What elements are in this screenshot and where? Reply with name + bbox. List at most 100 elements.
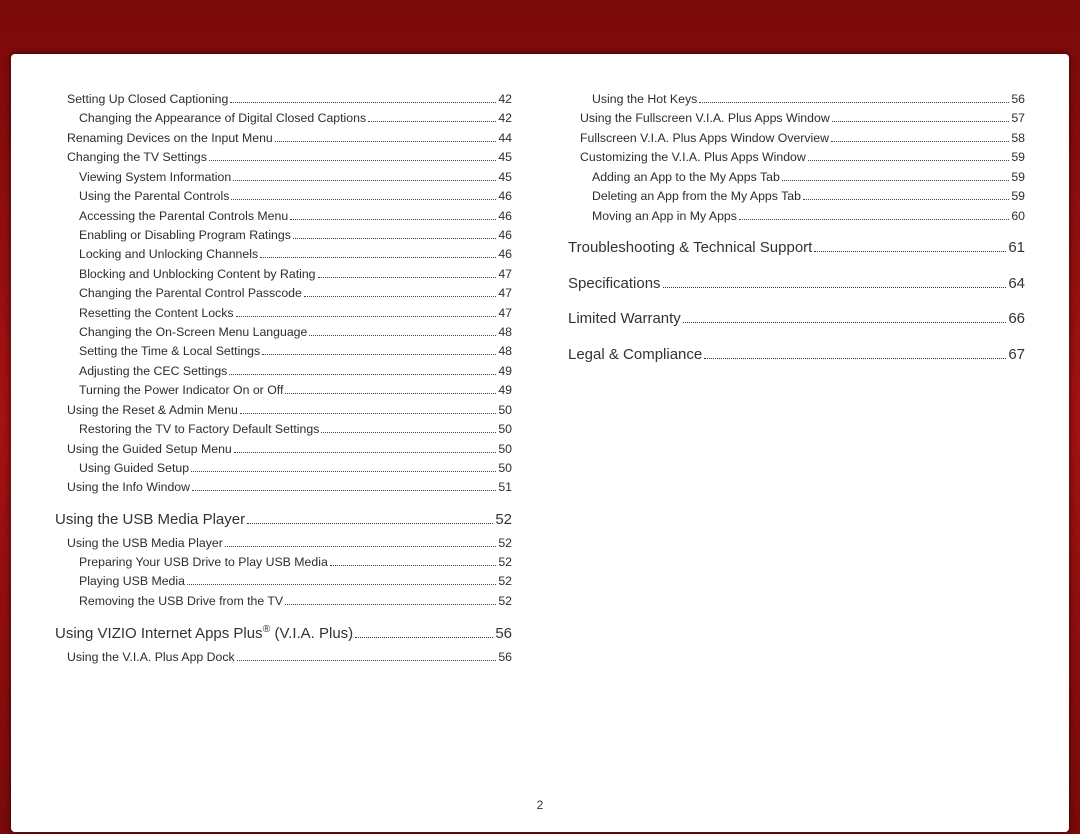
toc-entry[interactable]: Limited Warranty66 (568, 307, 1025, 331)
toc-label: Adjusting the CEC Settings (79, 362, 227, 381)
toc-leader (260, 257, 496, 258)
toc-entry[interactable]: Using VIZIO Internet Apps Plus® (V.I.A. … (55, 621, 512, 646)
toc-leader (368, 121, 496, 122)
toc-leader (814, 251, 1006, 252)
toc-page: 46 (498, 187, 512, 206)
toc-leader (293, 238, 496, 239)
toc-label: Blocking and Unblocking Content by Ratin… (79, 265, 316, 284)
toc-label: Using the Info Window (67, 478, 190, 497)
toc-leader (237, 660, 497, 661)
toc-label: Using the Guided Setup Menu (67, 440, 232, 459)
toc-label: Setting Up Closed Captioning (67, 90, 228, 109)
toc-entry[interactable]: Using the Hot Keys 56 (568, 90, 1025, 109)
toc-entry[interactable]: Preparing Your USB Drive to Play USB Med… (55, 553, 512, 572)
toc-entry[interactable]: Legal & Compliance67 (568, 343, 1025, 367)
toc-entry[interactable]: Using the USB Media Player52 (55, 534, 512, 553)
toc-entry[interactable]: Locking and Unlocking Channels46 (55, 245, 512, 264)
toc-leader (236, 316, 497, 317)
toc-leader (304, 296, 496, 297)
toc-label: Fullscreen V.I.A. Plus Apps Window Overv… (580, 129, 829, 148)
toc-entry[interactable]: Adjusting the CEC Settings49 (55, 362, 512, 381)
toc-page: 52 (498, 572, 512, 591)
toc-entry[interactable]: Changing the Appearance of Digital Close… (55, 109, 512, 128)
toc-entry[interactable]: Renaming Devices on the Input Menu 44 (55, 129, 512, 148)
toc-page: 64 (1008, 272, 1025, 296)
toc-entry[interactable]: Viewing System Information45 (55, 168, 512, 187)
toc-page: 56 (1011, 90, 1025, 109)
toc-page: 47 (498, 304, 512, 323)
toc-label: Restoring the TV to Factory Default Sett… (79, 420, 319, 439)
toc-entry[interactable]: Specifications64 (568, 272, 1025, 296)
toc-entry[interactable]: Using the Parental Controls46 (55, 187, 512, 206)
toc-entry[interactable]: Customizing the V.I.A. Plus Apps Window5… (568, 148, 1025, 167)
toc-leader (262, 354, 496, 355)
toc-label: Viewing System Information (79, 168, 231, 187)
toc-entry[interactable]: Using the Guided Setup Menu50 (55, 440, 512, 459)
toc-entry[interactable]: Deleting an App from the My Apps Tab59 (568, 187, 1025, 206)
toc-label: Preparing Your USB Drive to Play USB Med… (79, 553, 328, 572)
toc-label: Setting the Time & Local Settings (79, 342, 260, 361)
toc-leader (192, 490, 496, 491)
toc-entry[interactable]: Using the Fullscreen V.I.A. Plus Apps Wi… (568, 109, 1025, 128)
toc-leader (808, 160, 1010, 161)
toc-leader (330, 565, 497, 566)
toc-leader (831, 141, 1009, 142)
toc-entry[interactable]: Using the USB Media Player52 (55, 508, 512, 532)
toc-label: Using Guided Setup (79, 459, 189, 478)
toc-entry[interactable]: Moving an App in My Apps60 (568, 207, 1025, 226)
toc-entry[interactable]: Restoring the TV to Factory Default Sett… (55, 420, 512, 439)
toc-label: Renaming Devices on the Input Menu (67, 129, 273, 148)
toc-leader (275, 141, 497, 142)
toc-page: 50 (498, 401, 512, 420)
toc-entry[interactable]: Adding an App to the My Apps Tab59 (568, 168, 1025, 187)
toc-entry[interactable]: Removing the USB Drive from the TV52 (55, 592, 512, 611)
toc-label: Enabling or Disabling Program Ratings (79, 226, 291, 245)
toc-entry[interactable]: Enabling or Disabling Program Ratings46 (55, 226, 512, 245)
toc-entry[interactable]: Changing the On-Screen Menu Language48 (55, 323, 512, 342)
toc-entry[interactable]: Using the V.I.A. Plus App Dock56 (55, 648, 512, 667)
toc-column-right: Using the Hot Keys 56Using the Fullscreen… (568, 90, 1025, 792)
toc-label: Changing the TV Settings (67, 148, 207, 167)
toc-entry[interactable]: Playing USB Media52 (55, 572, 512, 591)
toc-label: Adding an App to the My Apps Tab (592, 168, 780, 187)
toc-label: Legal & Compliance (568, 343, 702, 367)
toc-label: Using the V.I.A. Plus App Dock (67, 648, 235, 667)
toc-leader (832, 121, 1010, 122)
toc-leader (782, 180, 1010, 181)
document-page: Setting Up Closed Captioning42Changing t… (11, 54, 1069, 832)
toc-page: 44 (498, 129, 512, 148)
toc-page: 61 (1008, 236, 1025, 260)
toc-entry[interactable]: Fullscreen V.I.A. Plus Apps Window Overv… (568, 129, 1025, 148)
toc-label: Troubleshooting & Technical Support (568, 236, 812, 260)
toc-leader (240, 413, 496, 414)
toc-leader (230, 102, 496, 103)
toc-label: Customizing the V.I.A. Plus Apps Window (580, 148, 806, 167)
toc-entry[interactable]: Using Guided Setup50 (55, 459, 512, 478)
toc-label: Moving an App in My Apps (592, 207, 737, 226)
toc-label: Resetting the Content Locks (79, 304, 234, 323)
toc-page: 48 (498, 342, 512, 361)
toc-label: Using the Hot Keys (592, 90, 697, 109)
toc-entry[interactable]: Troubleshooting & Technical Support 61 (568, 236, 1025, 260)
toc-leader (285, 393, 496, 394)
toc-label: Turning the Power Indicator On or Off (79, 381, 283, 400)
toc-leader (355, 637, 493, 638)
toc-columns: Setting Up Closed Captioning42Changing t… (55, 90, 1025, 792)
toc-entry[interactable]: Setting the Time & Local Settings 48 (55, 342, 512, 361)
toc-entry[interactable]: Changing the TV Settings45 (55, 148, 512, 167)
toc-entry[interactable]: Accessing the Parental Controls Menu46 (55, 207, 512, 226)
toc-leader (290, 219, 496, 220)
toc-entry[interactable]: Blocking and Unblocking Content by Ratin… (55, 265, 512, 284)
toc-leader (231, 199, 496, 200)
toc-entry[interactable]: Changing the Parental Control Passcode47 (55, 284, 512, 303)
toc-page: 47 (498, 265, 512, 284)
toc-entry[interactable]: Turning the Power Indicator On or Off49 (55, 381, 512, 400)
toc-entry[interactable]: Using the Info Window51 (55, 478, 512, 497)
toc-entry[interactable]: Resetting the Content Locks 47 (55, 304, 512, 323)
toc-page: 56 (495, 622, 512, 646)
toc-leader (187, 584, 496, 585)
toc-label: Changing the Parental Control Passcode (79, 284, 302, 303)
toc-entry[interactable]: Using the Reset & Admin Menu50 (55, 401, 512, 420)
toc-leader (309, 335, 496, 336)
toc-entry[interactable]: Setting Up Closed Captioning42 (55, 90, 512, 109)
